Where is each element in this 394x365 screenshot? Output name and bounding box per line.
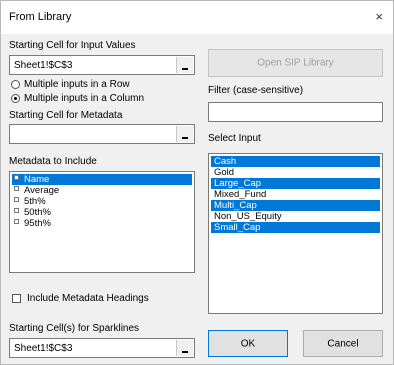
metadata-include-label: Metadata to Include <box>9 156 97 167</box>
cancel-button[interactable]: Cancel <box>303 330 383 357</box>
title-bar: From Library × <box>1 1 393 34</box>
checkbox-icon[interactable] <box>14 208 19 213</box>
sparklines-field[interactable]: Sheet1!$C$3 <box>9 338 195 358</box>
list-item[interactable]: Multi_Cap <box>211 200 380 211</box>
list-item[interactable]: Small_Cap <box>211 222 380 233</box>
filter-input[interactable] <box>208 102 383 122</box>
list-item[interactable]: Gold <box>211 167 380 178</box>
metadata-cell-label: Starting Cell for Metadata <box>9 110 123 121</box>
range-select-icon[interactable] <box>176 57 193 73</box>
list-item[interactable]: Non_US_Equity <box>211 211 380 222</box>
select-input-list[interactable]: Cash Gold Large_Cap Mixed_Fund Multi_Cap… <box>208 153 383 314</box>
input-values-text: Sheet1!$C$3 <box>14 60 73 71</box>
checkbox-icon[interactable] <box>14 175 19 180</box>
checkbox-icon[interactable] <box>14 186 19 191</box>
column-radio[interactable] <box>11 94 20 103</box>
input-values-label: Starting Cell for Input Values <box>9 40 136 51</box>
metadata-cell-field[interactable] <box>9 124 195 144</box>
range-select-icon[interactable] <box>176 340 193 356</box>
dialog-title: From Library <box>9 11 72 23</box>
list-item[interactable]: 5th% <box>12 196 192 207</box>
close-icon[interactable]: × <box>375 9 383 24</box>
column-radio-label[interactable]: Multiple inputs in a Column <box>24 93 144 104</box>
checkbox-icon[interactable] <box>14 219 19 224</box>
ok-label: OK <box>240 338 256 349</box>
row-radio[interactable] <box>11 80 20 89</box>
list-item[interactable]: 95th% <box>12 218 192 229</box>
list-item[interactable]: 50th% <box>12 207 192 218</box>
include-headings-checkbox[interactable] <box>12 294 21 303</box>
list-item[interactable]: Mixed_Fund <box>211 189 380 200</box>
filter-label: Filter (case-sensitive) <box>208 85 304 96</box>
list-item[interactable]: Large_Cap <box>211 178 380 189</box>
sparklines-label: Starting Cell(s) for Sparklines <box>9 323 140 334</box>
select-input-label: Select Input <box>208 133 261 144</box>
open-sip-library-button[interactable]: Open SIP Library <box>208 49 383 77</box>
include-headings-label[interactable]: Include Metadata Headings <box>27 293 149 304</box>
list-item[interactable]: Name <box>12 174 192 185</box>
cancel-label: Cancel <box>327 338 359 349</box>
row-radio-label[interactable]: Multiple inputs in a Row <box>24 79 130 90</box>
input-values-field[interactable]: Sheet1!$C$3 <box>9 55 195 75</box>
metadata-include-list[interactable]: Name Average 5th% 50th% 95th% <box>9 171 195 273</box>
range-select-icon[interactable] <box>176 126 193 142</box>
list-item[interactable]: Cash <box>211 156 380 167</box>
from-library-dialog: From Library × Starting Cell for Input V… <box>0 0 394 365</box>
checkbox-icon[interactable] <box>14 197 19 202</box>
open-sip-library-label: Open SIP Library <box>257 57 334 69</box>
sparklines-text: Sheet1!$C$3 <box>14 343 73 354</box>
list-item[interactable]: Average <box>12 185 192 196</box>
ok-button[interactable]: OK <box>208 330 288 357</box>
